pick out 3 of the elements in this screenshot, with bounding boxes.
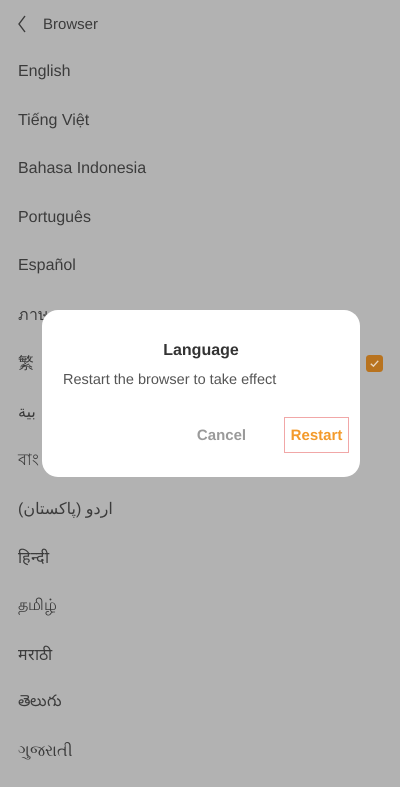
page-title: Browser	[43, 16, 98, 32]
dialog-title: Language	[162, 341, 240, 361]
dialog-message: Restart the browser to take effect	[63, 371, 278, 389]
